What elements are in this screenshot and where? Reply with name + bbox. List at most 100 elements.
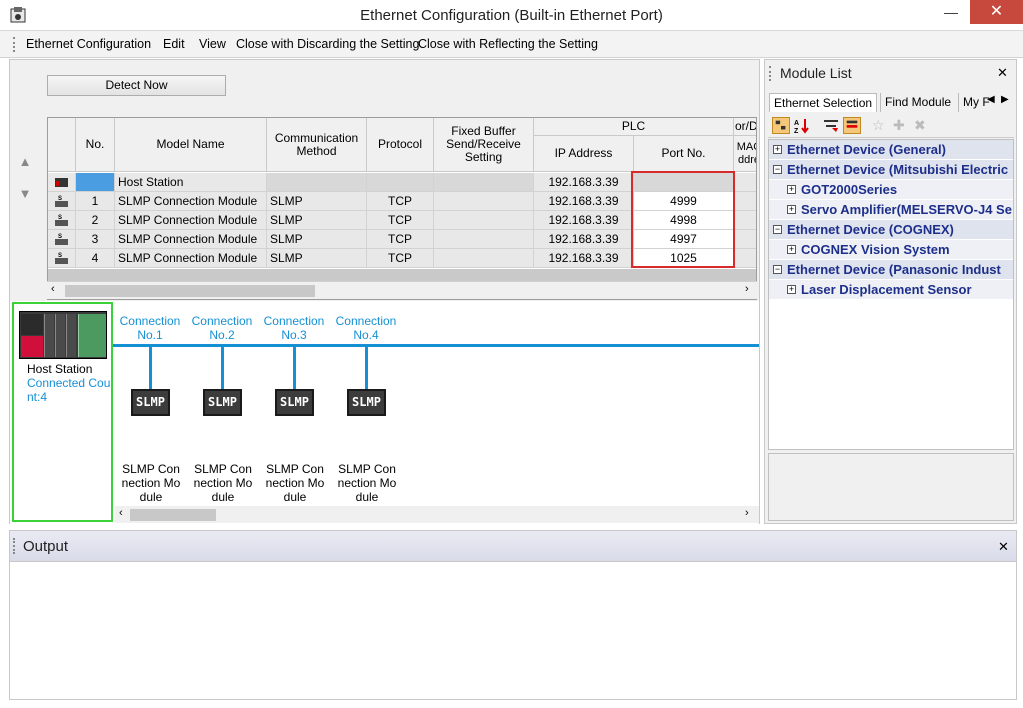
delete-favorite-icon[interactable]: ✖ — [914, 117, 932, 134]
tree-item[interactable]: − Ethernet Device (Panasonic Indust — [769, 260, 1013, 279]
cell-fixed[interactable] — [434, 173, 534, 192]
col-header-model[interactable]: Model Name — [115, 118, 267, 172]
cell-comm[interactable]: SLMP — [267, 211, 367, 230]
expand-icon[interactable]: + — [787, 185, 796, 194]
tab-scroll-right-icon[interactable]: ▶ — [1001, 94, 1009, 105]
scroll-left-icon[interactable]: ‹ — [119, 507, 123, 519]
cell-protocol[interactable]: TCP — [367, 249, 434, 268]
cell-model[interactable]: SLMP Connection Module — [115, 211, 267, 230]
detail-view-icon[interactable] — [843, 117, 861, 134]
menu-ethernet-configuration[interactable]: Ethernet Configuration — [26, 37, 151, 51]
tree-item[interactable]: − Ethernet Device (Mitsubishi Electric — [769, 160, 1013, 179]
table-horizontal-scrollbar[interactable]: ‹ › — [47, 281, 757, 299]
tree-item[interactable]: + COGNEX Vision System — [769, 240, 1013, 259]
cell-protocol[interactable]: TCP — [367, 230, 434, 249]
col-header-communication-method[interactable]: Communication Method — [267, 118, 367, 172]
cell-protocol[interactable]: TCP — [367, 211, 434, 230]
cell-model[interactable]: SLMP Connection Module — [115, 249, 267, 268]
cell-model[interactable]: SLMP Connection Module — [115, 192, 267, 211]
slmp-node-4[interactable]: SLMP — [347, 389, 386, 416]
filter-icon[interactable] — [822, 117, 840, 134]
col-header-port-no[interactable]: Port No. — [634, 136, 734, 172]
cell-protocol[interactable]: TCP — [367, 192, 434, 211]
cell-no[interactable] — [76, 173, 115, 192]
menu-close-discard[interactable]: Close with Discarding the Setting — [236, 37, 419, 51]
col-header-ip-address[interactable]: IP Address — [534, 136, 634, 172]
cell-model[interactable]: Host Station — [115, 173, 267, 192]
menu-view[interactable]: View — [199, 37, 226, 51]
cell-no[interactable]: 3 — [76, 230, 115, 249]
cell-mac[interactable] — [734, 192, 756, 211]
scroll-right-icon[interactable]: › — [745, 507, 749, 519]
scroll-right-icon[interactable]: › — [745, 283, 749, 295]
cell-no[interactable]: 2 — [76, 211, 115, 230]
expand-icon[interactable]: + — [787, 285, 796, 294]
cell-mac[interactable] — [734, 211, 756, 230]
cell-ip[interactable]: 192.168.3.39 — [534, 192, 634, 211]
move-down-icon[interactable]: ▼ — [14, 183, 36, 205]
expand-icon[interactable]: + — [787, 245, 796, 254]
tab-scroll-left-icon[interactable]: ◀ — [987, 94, 995, 105]
slmp-node-1[interactable]: SLMP — [131, 389, 170, 416]
col-header-mac[interactable]: MAC ddre — [734, 136, 756, 172]
cell-model[interactable]: SLMP Connection Module — [115, 230, 267, 249]
minimize-button[interactable]: — — [934, 0, 968, 24]
cell-mac[interactable] — [734, 173, 756, 192]
favorite-star-icon[interactable]: ☆ — [872, 117, 890, 134]
cell-comm[interactable]: SLMP — [267, 230, 367, 249]
add-favorite-icon[interactable]: ✚ — [893, 117, 911, 134]
tab-ethernet-selection[interactable]: Ethernet Selection — [769, 93, 878, 112]
cell-comm[interactable]: SLMP — [267, 249, 367, 268]
menu-edit[interactable]: Edit — [163, 37, 185, 51]
expand-icon[interactable]: + — [787, 205, 796, 214]
tree-item[interactable]: + GOT2000Series — [769, 180, 1013, 199]
collapse-icon[interactable]: − — [773, 265, 782, 274]
expand-icon[interactable]: + — [773, 145, 782, 154]
host-station-node[interactable]: Host Station Connected Cou nt:4 — [12, 302, 113, 522]
cell-fixed[interactable] — [434, 192, 534, 211]
cell-fixed[interactable] — [434, 211, 534, 230]
cell-ip[interactable]: 192.168.3.39 — [534, 249, 634, 268]
category-view-icon[interactable] — [772, 117, 790, 134]
cell-no[interactable]: 1 — [76, 192, 115, 211]
cell-fixed[interactable] — [434, 249, 534, 268]
scroll-left-icon[interactable]: ‹ — [51, 283, 55, 295]
cell-ip[interactable]: 192.168.3.39 — [534, 211, 634, 230]
cell-mac[interactable] — [734, 249, 756, 268]
menu-close-reflect[interactable]: Close with Reflecting the Setting — [418, 37, 598, 51]
detect-now-button[interactable]: Detect Now — [47, 75, 226, 96]
slmp-module-icon: S — [55, 253, 68, 264]
tab-find-module[interactable]: Find Module — [880, 93, 955, 112]
diagram-horizontal-scrollbar[interactable]: ‹ › — [115, 506, 759, 523]
slmp-node-2[interactable]: SLMP — [203, 389, 242, 416]
close-button[interactable]: ✕ — [970, 0, 1023, 24]
tree-item[interactable]: + Laser Displacement Sensor — [769, 280, 1013, 299]
module-list-close-icon[interactable]: ✕ — [997, 65, 1008, 81]
col-header-no[interactable]: No. — [76, 118, 115, 172]
cell-comm[interactable] — [267, 173, 367, 192]
cell-ip[interactable]: 192.168.3.39 — [534, 173, 634, 192]
diagram-scroll-thumb[interactable] — [130, 509, 216, 521]
tree-item[interactable]: + Servo Amplifier(MELSERVO-J4 Se — [769, 200, 1013, 219]
cell-fixed[interactable] — [434, 230, 534, 249]
cell-ip[interactable]: 192.168.3.39 — [534, 230, 634, 249]
collapse-icon[interactable]: − — [773, 165, 782, 174]
col-header-fixed-buffer[interactable]: Fixed Buffer Send/Receive Setting — [434, 118, 534, 172]
slmp-node-name-1: SLMP Con nection Mo dule — [121, 462, 181, 504]
connection-drop-line — [221, 347, 224, 389]
collapse-icon[interactable]: − — [773, 225, 782, 234]
move-up-icon[interactable]: ▲ — [14, 151, 36, 173]
output-close-icon[interactable]: ✕ — [998, 539, 1009, 555]
slmp-node-3[interactable]: SLMP — [275, 389, 314, 416]
cell-protocol[interactable] — [367, 173, 434, 192]
table-scroll-thumb[interactable] — [65, 285, 315, 297]
tree-item[interactable]: + Ethernet Device (General) — [769, 140, 1013, 159]
sort-az-icon[interactable]: AZ — [793, 117, 811, 134]
tree-item[interactable]: − Ethernet Device (COGNEX) — [769, 220, 1013, 239]
cell-comm[interactable]: SLMP — [267, 192, 367, 211]
cell-mac[interactable] — [734, 230, 756, 249]
row-icon-cell: S — [48, 230, 76, 249]
tree-item-label: Ethernet Device (General) — [787, 142, 946, 157]
cell-no[interactable]: 4 — [76, 249, 115, 268]
col-header-protocol[interactable]: Protocol — [367, 118, 434, 172]
